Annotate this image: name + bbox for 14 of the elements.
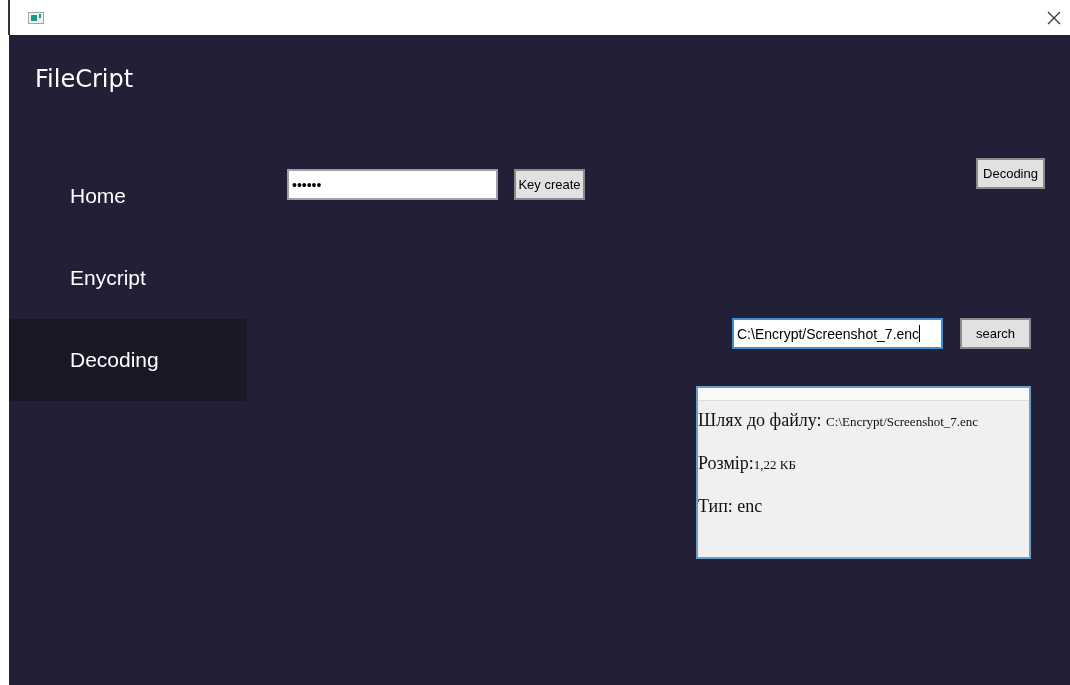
nav-item[interactable]: Home xyxy=(9,155,247,237)
path-field[interactable]: C:\Encrypt/Screenshot_7.enc xyxy=(732,318,943,349)
app-icon xyxy=(28,11,44,24)
search-button[interactable]: search xyxy=(960,318,1031,349)
nav-item[interactable]: Decoding xyxy=(9,319,247,401)
decoding-button[interactable]: Decoding xyxy=(976,158,1045,189)
password-field[interactable]: •••••• xyxy=(287,169,498,200)
close-icon[interactable] xyxy=(1047,10,1061,25)
nav-item[interactable]: Enycript xyxy=(9,237,247,319)
key-create-button[interactable]: Key create xyxy=(514,169,585,200)
file-info-text: Розмір:1,22 КБ xyxy=(698,453,797,474)
app-title: FileCript xyxy=(34,64,135,95)
file-info-text: Тип: enc xyxy=(698,496,764,517)
file-info-text: Шлях до файлу: C:\Encrypt/Screenshot_7.enc xyxy=(698,410,980,431)
